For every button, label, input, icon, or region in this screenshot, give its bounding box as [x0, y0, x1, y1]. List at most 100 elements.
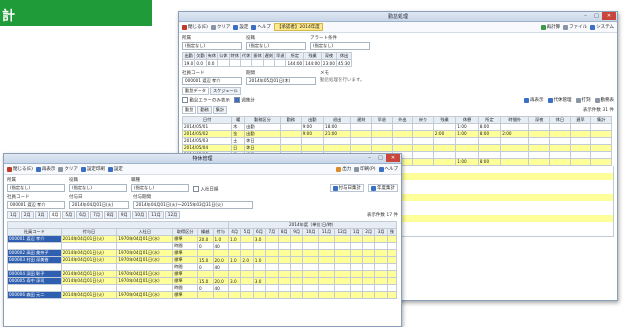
grid-header: 7月	[265, 228, 279, 236]
table-cell: 1:00	[455, 129, 479, 138]
timesheet-button[interactable]: 勤務表	[594, 97, 614, 103]
table-cell	[386, 249, 398, 257]
grant-total-button[interactable]: 付与日集計	[329, 184, 364, 192]
table-cell: 金	[231, 129, 246, 138]
role-select[interactable]: (指定なし)	[69, 184, 127, 192]
stamp-button[interactable]: 打刻	[575, 97, 591, 103]
export-icon	[336, 166, 342, 172]
grid-tab-shift[interactable]: 勤務	[197, 105, 212, 114]
file-button[interactable]: ファイル	[563, 24, 587, 30]
errors-only-check[interactable]: 勤怠エラーのみ表示	[182, 97, 230, 104]
minimize-button[interactable]: –	[364, 154, 375, 162]
grid-tab-total[interactable]: 集計	[212, 105, 228, 114]
tab-month-8[interactable]: 8月	[104, 211, 117, 219]
recalc-button[interactable]: 再計算	[540, 24, 560, 30]
table-row[interactable]: 000006 森田 元二 2014年04月01日(火) 1970年04月01日(水)…	[7, 291, 398, 299]
table-row[interactable]: 2014/05/02 金出勤 9:00 21:00 2:00 1:00 8:00 2:00	[181, 129, 612, 138]
dept-select[interactable]: (指定なし)	[7, 184, 65, 192]
summary-header: 残業	[303, 52, 322, 60]
close-button[interactable]: ✕	[602, 12, 616, 20]
table-cell: 2014年04月01日(火)	[60, 235, 118, 243]
table-cell: 3.0	[252, 235, 267, 243]
tab-month-5[interactable]: 5月	[62, 211, 76, 219]
tab-month-4[interactable]: 4月	[48, 211, 62, 219]
tab-month-10[interactable]: 10月	[131, 211, 148, 219]
close-button[interactable]: ✕	[386, 154, 400, 162]
clear-button[interactable]: クリア	[210, 24, 230, 30]
staff-code-select[interactable]: 000001 渡辺 孝介	[7, 201, 65, 209]
table-row[interactable]: 2014/05/03 土休日	[181, 136, 612, 145]
settings-button[interactable]: 設定	[233, 24, 248, 30]
table-row[interactable]: 000001 渡辺 孝介 2014年04月01日(火) 1970年04月01日(水)…	[7, 235, 398, 243]
join-order-check[interactable]: 入社日順	[193, 185, 218, 192]
grid-header: 残	[386, 228, 398, 236]
table-cell	[361, 249, 376, 257]
table-row[interactable]: 時間 0 40	[7, 284, 398, 292]
table-cell: 2.0	[240, 256, 254, 264]
table-cell	[240, 242, 254, 250]
table-cell	[277, 277, 291, 285]
weekly-total-check[interactable]: 週集計	[233, 97, 255, 104]
alert-select[interactable]: (指定なし)	[310, 42, 370, 50]
table-row[interactable]: 2014/05/04 日休日	[181, 143, 612, 152]
maximize-button[interactable]: □	[375, 154, 386, 162]
refresh-button[interactable]: 再表示	[524, 97, 544, 103]
job-select[interactable]: (指定なし)	[131, 184, 189, 192]
tab-month-1[interactable]: 1月	[7, 211, 20, 219]
year-total-button[interactable]: 年度集計	[368, 184, 398, 192]
help-button[interactable]: ヘルプ	[378, 166, 398, 172]
tab-month-7[interactable]: 7月	[90, 211, 104, 219]
grant-date-select[interactable]: 2014年04月01日(火)	[69, 201, 129, 209]
table-row[interactable]: 000004 深田 彰子 2014年04月01日(火) 1970年04月01日(水)…	[7, 270, 398, 278]
table-cell	[569, 129, 592, 138]
staff-code-select[interactable]: 000001 渡辺 孝介	[182, 77, 242, 85]
table-row[interactable]: 時間 0 40	[7, 263, 398, 271]
table-cell	[370, 122, 393, 131]
table-cell	[279, 122, 302, 131]
tab-month-3[interactable]: 3月	[34, 211, 48, 219]
tab-month-6[interactable]: 6月	[76, 211, 90, 219]
table-row[interactable]: 000002 高田 美奈子 2014年04月01日(火) 1970年04月01日(水…	[7, 249, 398, 257]
grid-header: 取得区分	[172, 228, 198, 236]
minimize-button[interactable]: –	[580, 12, 591, 20]
tab-schedule[interactable]: スケジュール	[209, 87, 241, 95]
system-button[interactable]: システム	[590, 24, 614, 30]
table-cell: 20.0	[212, 256, 229, 264]
table-cell	[240, 277, 254, 285]
table-cell	[432, 143, 457, 152]
refresh-button[interactable]: 再表示	[35, 166, 55, 172]
print-settings-button[interactable]: 設定印刷	[80, 166, 105, 172]
close-action-button[interactable]: 閉じる(E)	[182, 24, 208, 30]
period-select[interactable]: 2014年05月01日(木)	[246, 77, 316, 85]
help-button[interactable]: ヘルプ	[251, 24, 271, 30]
grid-tab-attendance[interactable]: 勤怠	[182, 105, 197, 114]
table-cell: 標準	[172, 277, 198, 285]
clear-button[interactable]: クリア	[58, 166, 78, 172]
role-select[interactable]: (指定なし)	[246, 42, 306, 50]
table-row[interactable]: 000005 寿中 淳司 2014年04月01日(火) 1970年04月01日(水)…	[7, 277, 398, 285]
special-leave-title: 特休管理	[192, 156, 213, 162]
maximize-button[interactable]: □	[591, 12, 602, 20]
tab-month-11[interactable]: 11月	[148, 211, 164, 219]
print-button[interactable]: 印刷(P)	[354, 166, 376, 172]
output-button[interactable]: 出力	[336, 166, 351, 172]
table-cell	[333, 263, 351, 271]
table-row[interactable]: 000003 村田 深美香 2014年04月01日(火) 1970年04月01日(水…	[7, 256, 398, 264]
tab-month-2[interactable]: 2月	[20, 211, 34, 219]
dept-select[interactable]: (指定なし)	[182, 42, 242, 50]
grant-period-select[interactable]: 2014年04月01日(火)～2015年03月31日(火)	[133, 201, 253, 209]
tab-month-12[interactable]: 12月	[164, 211, 181, 219]
table-cell: 000006 森田 元二	[7, 291, 62, 299]
settings-button[interactable]: 設定	[107, 166, 123, 172]
table-row[interactable]: 時間 0 40	[7, 242, 398, 250]
table-cell	[240, 270, 254, 278]
close-action-button[interactable]: 閉じる(E)	[7, 166, 33, 172]
table-cell	[386, 263, 398, 271]
table-row[interactable]: 2014/05/01 木出勤 9:00 18:00 1:00 8:00	[181, 122, 612, 131]
table-cell	[528, 122, 551, 131]
tab-attendance-data[interactable]: 勤怠データ	[182, 87, 209, 95]
comp-leave-button[interactable]: 代休管理	[547, 97, 572, 103]
grid-header: 遅早	[569, 115, 592, 124]
approver-badge[interactable]: 【承認者】2014年度	[273, 23, 323, 31]
tab-month-9[interactable]: 9月	[117, 211, 131, 219]
